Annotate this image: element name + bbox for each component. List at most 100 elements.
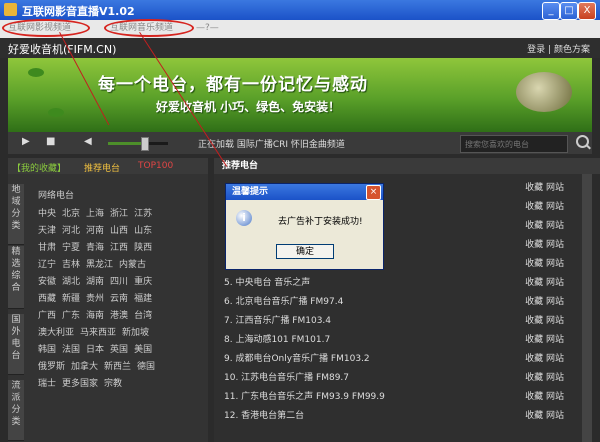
website-link[interactable]: 网站 — [546, 221, 564, 231]
region-link[interactable]: 韩国 — [38, 345, 56, 355]
collect-link[interactable]: 收藏 — [525, 411, 543, 421]
station-search-input[interactable] — [460, 135, 568, 153]
search-icon[interactable] — [576, 135, 589, 148]
region-link[interactable]: 湖北 — [62, 277, 80, 287]
collect-link[interactable]: 收藏 — [525, 183, 543, 193]
region-link[interactable]: 港澳 — [110, 311, 128, 321]
color-scheme-link[interactable]: 颜色方案 — [554, 45, 590, 55]
collect-link[interactable]: 收藏 — [525, 354, 543, 364]
region-link[interactable]: 德国 — [137, 362, 155, 372]
website-link[interactable]: 网站 — [546, 297, 564, 307]
website-link[interactable]: 网站 — [546, 392, 564, 402]
station-name[interactable]: 5. 中央电台 音乐之声 — [224, 278, 310, 288]
tab-my-favorites[interactable]: 【我的收藏】 — [12, 161, 66, 174]
region-link[interactable]: 四川 — [110, 277, 128, 287]
region-link[interactable]: 天津 — [38, 226, 56, 236]
website-link[interactable]: 网站 — [546, 259, 564, 269]
region-link[interactable]: 福建 — [134, 294, 152, 304]
region-link[interactable]: 陕西 — [134, 243, 152, 253]
region-link[interactable]: 北京 — [62, 209, 80, 219]
collect-link[interactable]: 收藏 — [525, 240, 543, 250]
region-link[interactable]: 湖南 — [86, 277, 104, 287]
category-foreign[interactable]: 国外电台 — [8, 314, 24, 375]
region-link[interactable]: 云南 — [110, 294, 128, 304]
station-name[interactable]: 6. 北京电台音乐广播 FM97.4 — [224, 297, 343, 307]
region-link[interactable]: 法国 — [62, 345, 80, 355]
collect-link[interactable]: 收藏 — [525, 278, 543, 288]
station-name[interactable]: 7. 江西音乐广播 FM103.4 — [224, 316, 331, 326]
website-link[interactable]: 网站 — [546, 354, 564, 364]
category-region[interactable]: 地域分类 — [8, 184, 24, 245]
tab-placeholder[interactable]: —?— — [196, 22, 219, 35]
station-item[interactable]: 8. 上海动感101 FM101.7 收藏 网站 — [224, 332, 564, 346]
region-link[interactable]: 河南 — [86, 226, 104, 236]
region-link[interactable]: 俄罗斯 — [38, 362, 65, 372]
region-link[interactable]: 日本 — [86, 345, 104, 355]
collect-link[interactable]: 收藏 — [525, 316, 543, 326]
scrollbar[interactable] — [582, 174, 592, 442]
region-link[interactable]: 浙江 — [110, 209, 128, 219]
collect-link[interactable]: 收藏 — [525, 259, 543, 269]
region-link[interactable]: 新加坡 — [122, 328, 149, 338]
station-name[interactable]: 9. 成都电台Only音乐广播 FM103.2 — [224, 354, 370, 364]
region-link[interactable]: 新疆 — [62, 294, 80, 304]
minimize-button[interactable]: _ — [542, 2, 560, 20]
tab-recommended[interactable]: 推荐电台 — [84, 161, 120, 174]
region-link[interactable]: 瑞士 — [38, 379, 56, 389]
region-link[interactable]: 吉林 — [62, 260, 80, 270]
maximize-button[interactable]: □ — [560, 2, 578, 20]
region-link[interactable]: 更多国家 — [62, 379, 98, 389]
station-item[interactable]: 12. 香港电台第二台 收藏 网站 — [224, 408, 564, 422]
website-link[interactable]: 网站 — [546, 373, 564, 383]
station-name[interactable]: 8. 上海动感101 FM101.7 — [224, 335, 330, 345]
category-genre[interactable]: 流派分类 — [8, 380, 24, 441]
region-link[interactable]: 青海 — [86, 243, 104, 253]
ok-button[interactable]: 确定 — [276, 244, 334, 259]
region-link[interactable]: 河北 — [62, 226, 80, 236]
region-link[interactable]: 安徽 — [38, 277, 56, 287]
collect-link[interactable]: 收藏 — [525, 221, 543, 231]
website-link[interactable]: 网站 — [546, 183, 564, 193]
station-item[interactable]: 5. 中央电台 音乐之声 收藏 网站 — [224, 275, 564, 289]
region-link[interactable]: 山东 — [134, 226, 152, 236]
collect-link[interactable]: 收藏 — [525, 373, 543, 383]
volume-icon[interactable]: ◀ — [84, 136, 92, 147]
station-name[interactable]: 10. 江苏电台音乐广播 FM89.7 — [224, 373, 349, 383]
region-link[interactable]: 辽宁 — [38, 260, 56, 270]
website-link[interactable]: 网站 — [546, 335, 564, 345]
region-link[interactable]: 新西兰 — [104, 362, 131, 372]
station-item[interactable]: 7. 江西音乐广播 FM103.4 收藏 网站 — [224, 313, 564, 327]
station-item[interactable]: 11. 广东电台音乐之声 FM93.9 FM99.9 收藏 网站 — [224, 389, 564, 403]
station-name[interactable]: 11. 广东电台音乐之声 FM93.9 FM99.9 — [224, 392, 385, 402]
region-link[interactable]: 山西 — [110, 226, 128, 236]
region-link[interactable]: 黑龙江 — [86, 260, 113, 270]
region-link[interactable]: 内蒙古 — [119, 260, 146, 270]
website-link[interactable]: 网站 — [546, 202, 564, 212]
close-button[interactable]: X — [578, 2, 596, 20]
dialog-close-button[interactable]: × — [366, 185, 381, 200]
region-link[interactable]: 广东 — [62, 311, 80, 321]
region-link[interactable]: 贵州 — [86, 294, 104, 304]
collect-link[interactable]: 收藏 — [525, 335, 543, 345]
volume-slider[interactable] — [108, 137, 168, 151]
region-link[interactable]: 江西 — [110, 243, 128, 253]
region-link[interactable]: 甘肃 — [38, 243, 56, 253]
region-link[interactable]: 台湾 — [134, 311, 152, 321]
collect-link[interactable]: 收藏 — [525, 297, 543, 307]
station-item[interactable]: 10. 江苏电台音乐广播 FM89.7 收藏 网站 — [224, 370, 564, 384]
station-item[interactable]: 6. 北京电台音乐广播 FM97.4 收藏 网站 — [224, 294, 564, 308]
tab-top100[interactable]: TOP100 — [138, 161, 173, 171]
region-link[interactable]: 江苏 — [134, 209, 152, 219]
region-link[interactable]: 加拿大 — [71, 362, 98, 372]
region-link[interactable]: 西藏 — [38, 294, 56, 304]
collect-link[interactable]: 收藏 — [525, 392, 543, 402]
region-link[interactable]: 澳大利亚 — [38, 328, 74, 338]
region-link[interactable]: 广西 — [38, 311, 56, 321]
region-link[interactable]: 美国 — [134, 345, 152, 355]
stop-icon[interactable]: ■ — [46, 136, 55, 147]
category-featured[interactable]: 精选综合 — [8, 246, 24, 309]
play-icon[interactable]: ▶ — [22, 136, 30, 147]
region-link[interactable]: 英国 — [110, 345, 128, 355]
login-link[interactable]: 登录 — [527, 45, 545, 55]
website-link[interactable]: 网站 — [546, 278, 564, 288]
